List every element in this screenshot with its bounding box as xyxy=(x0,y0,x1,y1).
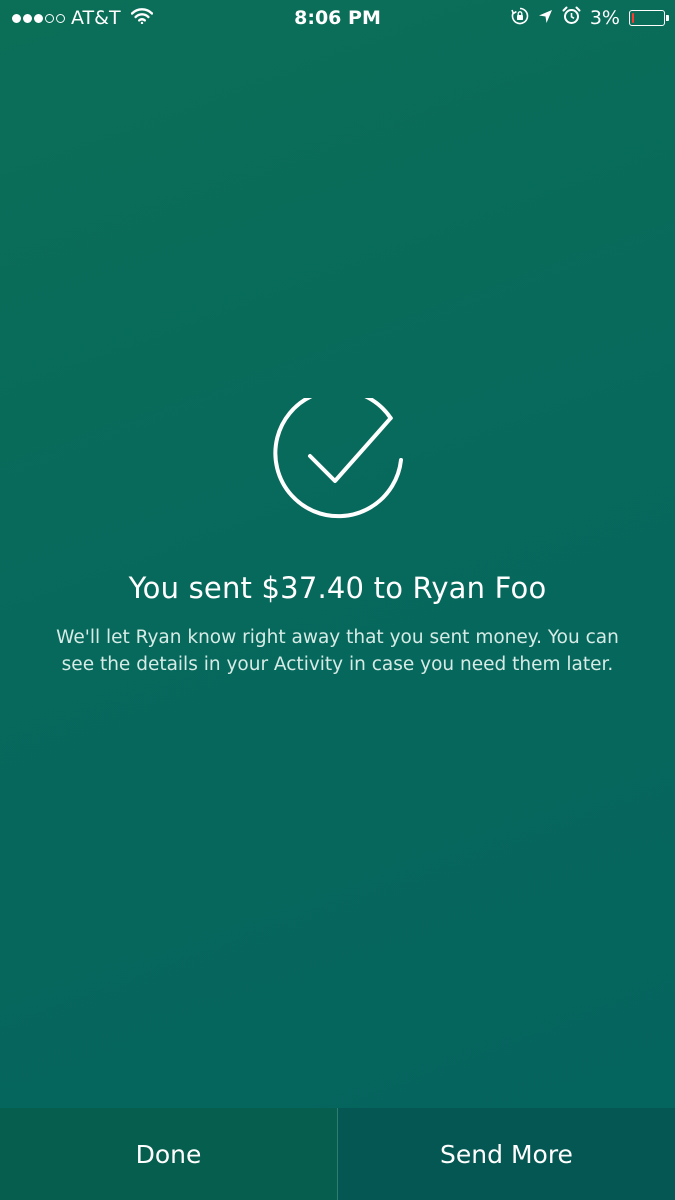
battery-percent: 3% xyxy=(589,7,620,29)
rotation-lock-icon xyxy=(511,7,529,30)
done-button[interactable]: Done xyxy=(0,1108,337,1200)
battery-level xyxy=(632,13,634,23)
action-bar: Done Send More xyxy=(0,1108,675,1200)
alarm-icon xyxy=(562,6,581,30)
confirmation-title: You sent $37.40 to Ryan Foo xyxy=(128,571,547,605)
battery-icon xyxy=(629,10,669,26)
send-more-button[interactable]: Send More xyxy=(337,1108,675,1200)
check-circle-icon xyxy=(270,388,406,534)
confirmation-message: We'll let Ryan know right away that you … xyxy=(56,627,619,675)
status-bar: AT&T 8:06 PM 3% xyxy=(0,0,675,36)
location-arrow-icon xyxy=(538,8,553,29)
status-right: 3% xyxy=(511,6,669,30)
